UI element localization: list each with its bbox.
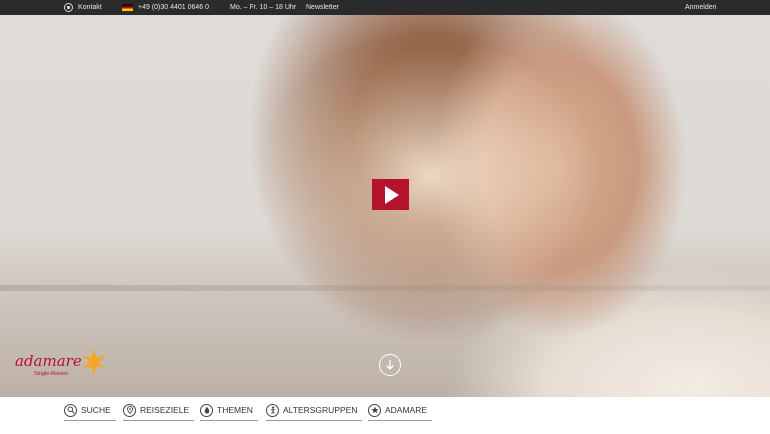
logo-wordmark: adamare xyxy=(15,352,82,370)
nav-item-adamare[interactable]: ADAMARE xyxy=(368,400,433,421)
top-bar: Kontakt +49 (0)30 4401 0646 0 Mo. – Fr. … xyxy=(0,0,770,15)
opening-hours: Mo. – Fr. 10 – 18 Uhr xyxy=(230,0,296,15)
nav-label: REISEZIELE xyxy=(140,405,190,415)
contact-link[interactable]: Kontakt xyxy=(64,0,102,15)
star-icon xyxy=(368,403,381,417)
german-flag-icon xyxy=(122,4,133,11)
map-pin-icon xyxy=(123,403,136,417)
nav-item-suche[interactable]: SUCHE xyxy=(64,400,116,421)
person-icon xyxy=(266,403,279,417)
nav-label: ALTERSGRUPPEN xyxy=(283,405,358,415)
contact-icon xyxy=(64,3,73,12)
bottom-navigation: SUCHE REISEZIELE THEMEN ALTERSGRUPPEN AD… xyxy=(0,397,770,434)
login-link[interactable]: Anmelden xyxy=(685,0,717,15)
play-video-button[interactable] xyxy=(372,179,409,210)
nav-item-altersgruppen[interactable]: ALTERSGRUPPEN xyxy=(266,400,363,421)
nav-label: THEMEN xyxy=(217,405,253,415)
phone-link[interactable]: +49 (0)30 4401 0646 0 xyxy=(122,0,209,15)
drop-icon xyxy=(200,403,213,417)
scroll-down-button[interactable] xyxy=(379,354,401,376)
logo-subtext: Single-Reisen xyxy=(34,371,69,377)
opening-hours-text: Mo. – Fr. 10 – 18 Uhr xyxy=(230,4,297,11)
nav-item-themen[interactable]: THEMEN xyxy=(200,400,258,421)
search-icon xyxy=(64,403,77,417)
phone-number: +49 (0)30 4401 0646 0 xyxy=(138,4,210,11)
contact-label: Kontakt xyxy=(78,4,102,11)
sun-star-icon xyxy=(82,348,106,376)
newsletter-link[interactable]: Newsletter xyxy=(306,0,339,15)
horizon-line xyxy=(0,285,770,291)
arrow-down-circle-icon xyxy=(386,360,394,370)
newsletter-label: Newsletter xyxy=(306,4,340,11)
login-label: Anmelden xyxy=(685,4,717,11)
adamare-logo[interactable]: adamare Single-Reisen xyxy=(15,347,106,379)
nav-label: SUCHE xyxy=(81,405,111,415)
nav-label: ADAMARE xyxy=(385,405,428,415)
nav-item-reiseziele[interactable]: REISEZIELE xyxy=(123,400,195,421)
